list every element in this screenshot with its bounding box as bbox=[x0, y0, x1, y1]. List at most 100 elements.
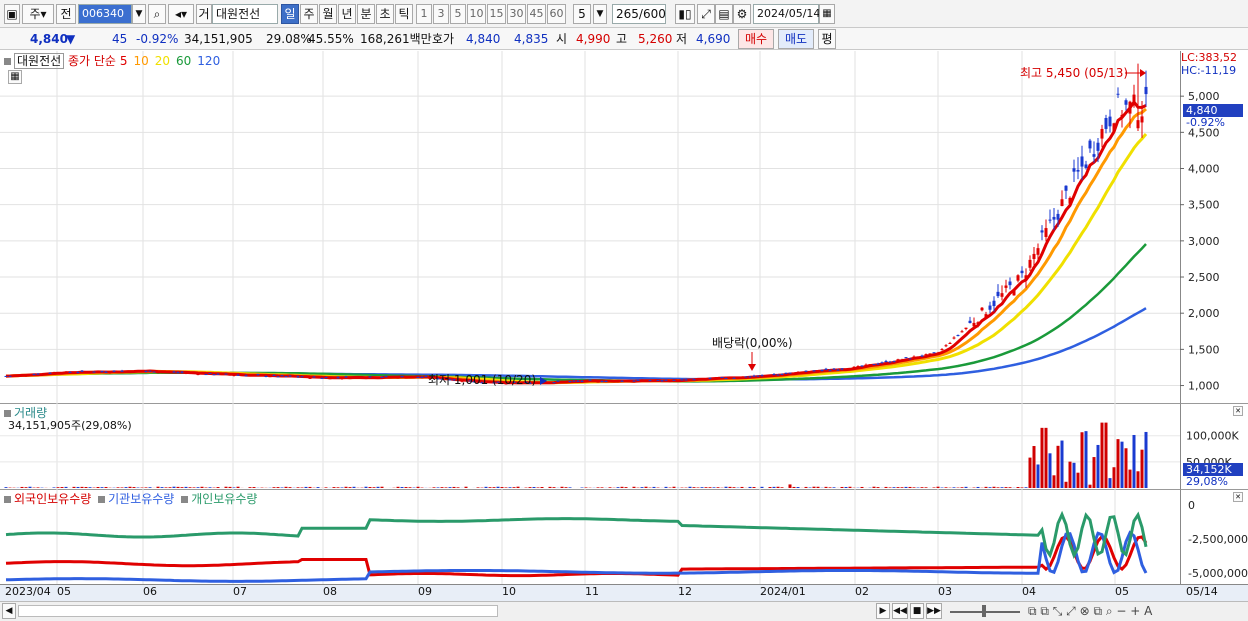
candle-body bbox=[1024, 275, 1028, 280]
volume-bar bbox=[1080, 432, 1084, 488]
volume-bar bbox=[892, 487, 896, 488]
candle-body bbox=[1040, 230, 1044, 233]
grid-icon[interactable]: ▦ bbox=[8, 70, 22, 84]
holdings-series-institution: 기관보유수량 bbox=[108, 492, 175, 506]
rewind-icon[interactable]: ◀◀ bbox=[892, 603, 908, 619]
candle-body bbox=[364, 377, 368, 379]
holdings-series-individual: 개인보유수량 bbox=[191, 492, 258, 506]
volume-bar bbox=[700, 487, 704, 488]
volume-bar bbox=[812, 486, 816, 488]
candle-body bbox=[896, 359, 900, 361]
volume-bar bbox=[1112, 467, 1116, 488]
candle-body bbox=[352, 377, 356, 379]
candle-body bbox=[952, 337, 956, 339]
volume-bar bbox=[452, 486, 456, 488]
candle-body bbox=[620, 380, 624, 382]
holdings-series-foreign: 외국인보유수량 bbox=[14, 492, 92, 506]
scroll-right-icon[interactable]: ▶ bbox=[876, 603, 890, 619]
candle-body bbox=[856, 366, 860, 368]
candle-body bbox=[176, 372, 180, 374]
candle-body bbox=[1104, 117, 1108, 129]
candle-body bbox=[1116, 93, 1120, 95]
volume-bar bbox=[1008, 487, 1012, 488]
tool-icons[interactable]: ⧉ ⧉ ⤡ ⤢ ⊗ ⧉ ⌕ − + A bbox=[1028, 602, 1152, 620]
volume-bar bbox=[1032, 446, 1036, 488]
scroll-thumb[interactable] bbox=[18, 605, 498, 617]
candle-body bbox=[1120, 114, 1124, 118]
candle-body bbox=[740, 376, 744, 378]
candle-body bbox=[852, 366, 856, 368]
candle-body bbox=[212, 374, 216, 376]
candle-body bbox=[580, 380, 584, 382]
candle-body bbox=[800, 372, 804, 374]
scroll-left-icon[interactable]: ◀ bbox=[2, 603, 16, 619]
candle-body bbox=[292, 376, 296, 378]
volume-bar bbox=[1016, 487, 1020, 488]
candle-body bbox=[716, 377, 720, 379]
zoom-slider-handle[interactable] bbox=[982, 605, 986, 617]
price-y-tick: 2,000 bbox=[1188, 307, 1220, 320]
volume-bar bbox=[284, 486, 288, 488]
candle-body bbox=[1000, 293, 1004, 297]
volume-bar bbox=[184, 486, 188, 488]
candle-body bbox=[572, 380, 576, 382]
candle-body bbox=[1080, 156, 1084, 167]
candle-body bbox=[408, 377, 412, 379]
volume-value-label: 34,151,905주(29,08%) bbox=[8, 419, 132, 432]
volume-bar bbox=[564, 487, 568, 488]
volume-bar bbox=[504, 487, 508, 488]
candle-body bbox=[228, 374, 232, 376]
candle-body bbox=[600, 381, 604, 383]
legend-box-icon bbox=[4, 496, 11, 503]
volume-bar bbox=[540, 486, 544, 488]
volume-bar bbox=[24, 487, 28, 488]
volume-bar bbox=[172, 486, 176, 488]
candle-body bbox=[156, 372, 160, 374]
candle-body bbox=[648, 380, 652, 382]
volume-bar bbox=[644, 486, 648, 488]
candle-body bbox=[568, 381, 572, 383]
candle-body bbox=[56, 373, 60, 375]
volume-bar bbox=[652, 486, 656, 488]
candle-body bbox=[576, 380, 580, 382]
volume-bar bbox=[132, 487, 136, 488]
volume-bar bbox=[1020, 487, 1024, 488]
x-axis bbox=[0, 584, 1248, 601]
candle-body bbox=[672, 379, 676, 381]
volume-bar bbox=[1132, 434, 1136, 488]
candle-body bbox=[764, 375, 768, 377]
volume-bar bbox=[944, 487, 948, 488]
candle-body bbox=[44, 373, 48, 375]
volume-bar bbox=[36, 487, 40, 488]
volume-bar bbox=[724, 486, 728, 488]
volume-bar bbox=[116, 487, 120, 488]
stop-icon[interactable]: ■ bbox=[910, 603, 924, 619]
candle-body bbox=[696, 378, 700, 380]
candle-body bbox=[100, 371, 104, 373]
volume-bar bbox=[688, 486, 692, 488]
candle-body bbox=[384, 376, 388, 378]
candle-body bbox=[152, 371, 156, 373]
close-icon[interactable]: ✕ bbox=[1233, 492, 1243, 502]
candle-body bbox=[1100, 128, 1104, 139]
candle-body bbox=[632, 380, 636, 382]
candle-body bbox=[760, 375, 764, 377]
volume-bar bbox=[884, 486, 888, 488]
volume-bar bbox=[1000, 487, 1004, 488]
candle-body bbox=[812, 370, 816, 372]
candle-body bbox=[104, 371, 108, 373]
volume-bar bbox=[272, 487, 276, 488]
volume-bar bbox=[1068, 461, 1072, 488]
price-y-tick: 1,500 bbox=[1188, 343, 1220, 356]
volume-bar bbox=[188, 487, 192, 488]
candle-body bbox=[280, 375, 284, 377]
close-icon[interactable]: ✕ bbox=[1233, 406, 1243, 416]
candle-body bbox=[796, 372, 800, 374]
candle-body bbox=[924, 354, 928, 356]
volume-bar bbox=[168, 487, 172, 488]
candle-body bbox=[24, 375, 28, 377]
candle-body bbox=[564, 382, 568, 384]
fast-forward-icon[interactable]: ▶▶ bbox=[926, 603, 942, 619]
candle-body bbox=[376, 377, 380, 379]
candle-body bbox=[236, 374, 240, 376]
